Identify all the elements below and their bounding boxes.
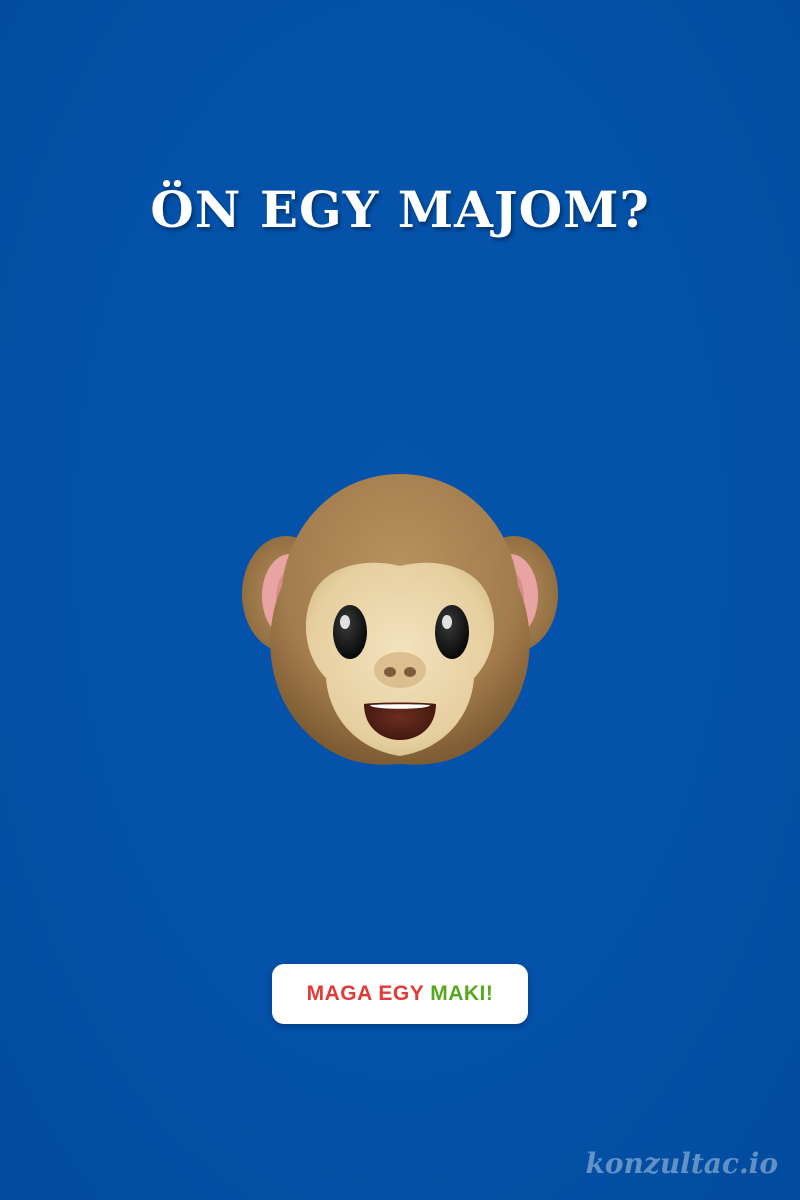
left-eye	[333, 605, 367, 659]
right-eye	[435, 605, 469, 659]
headline: ÖN EGY MAJOM?	[150, 180, 650, 239]
button-label-part1: MAGA EGY	[306, 982, 425, 1005]
watermark: konzultac.io	[585, 1147, 778, 1180]
nose	[374, 652, 426, 688]
monkey-face-icon	[242, 474, 558, 765]
maga-egy-maki-button[interactable]: MAGA EGY MAKI!	[272, 964, 528, 1024]
button-label-part2: MAKI!	[430, 982, 494, 1005]
